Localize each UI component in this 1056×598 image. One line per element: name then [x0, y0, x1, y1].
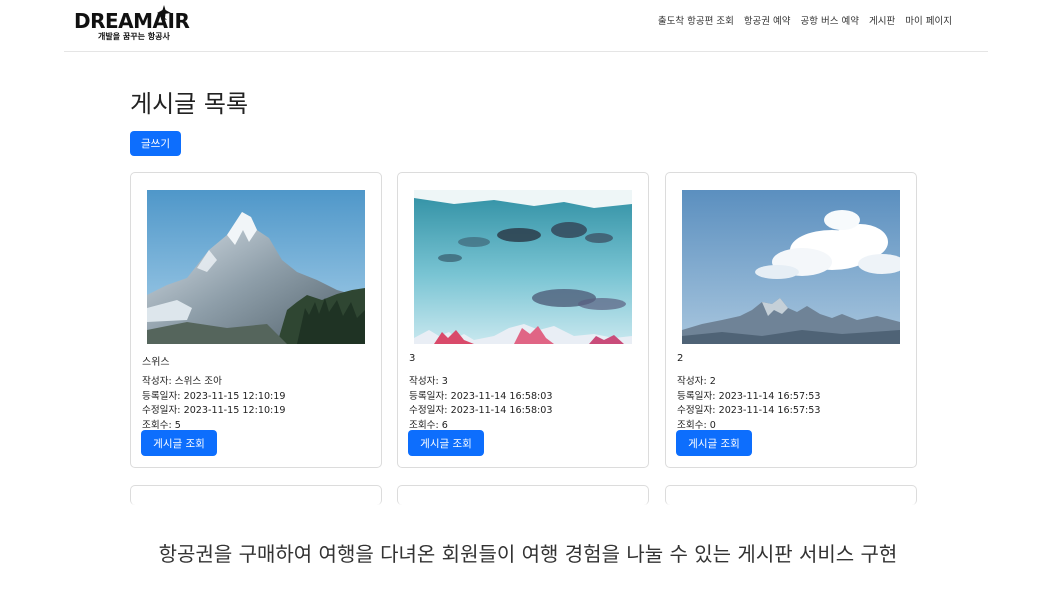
- post-card: 3 작성자: 3 등록일자: 2023-11-14 16:58:03 수정일자:…: [397, 172, 649, 468]
- post-card-partial: [665, 485, 917, 505]
- nav-item-board[interactable]: 게시판: [869, 13, 895, 27]
- post-view-count: 조회수: 6: [409, 420, 448, 431]
- nav-item-flight-status[interactable]: 출도착 항공편 조회: [658, 13, 734, 27]
- airplane-icon: [157, 5, 171, 20]
- brand-tagline: 개발을 꿈꾸는 항공사: [98, 32, 170, 41]
- post-image-mountain-peak: [147, 190, 365, 344]
- post-updated-date: 수정일자: 2023-11-14 16:57:53: [677, 405, 821, 416]
- post-image-sky-clouds: [414, 190, 632, 344]
- write-post-button[interactable]: 글쓰기: [130, 131, 181, 156]
- navbar: DREAMAIR 개발을 꿈꾸는 항공사 출도착 항공편 조회 항공권 예약 공…: [64, 0, 988, 52]
- post-title: 3: [409, 353, 416, 364]
- nav-menu: 출도착 항공편 조회 항공권 예약 공항 버스 예약 게시판 마이 페이지: [658, 13, 952, 27]
- page-title: 게시글 목록: [130, 90, 249, 118]
- view-post-button[interactable]: 게시글 조회: [408, 430, 484, 456]
- post-writer: 작성자: 3: [409, 376, 448, 387]
- view-post-button[interactable]: 게시글 조회: [141, 430, 217, 456]
- nav-item-my-page[interactable]: 마이 페이지: [905, 13, 952, 27]
- post-card: 2 작성자: 2 등록일자: 2023-11-14 16:57:53 수정일자:…: [665, 172, 917, 468]
- post-view-count: 조회수: 5: [142, 420, 181, 431]
- post-writer: 작성자: 스위스 조아: [142, 376, 222, 387]
- post-title: 스위스: [142, 357, 170, 368]
- post-created-date: 등록일자: 2023-11-14 16:57:53: [677, 391, 821, 402]
- post-card-partial: [130, 485, 382, 505]
- post-updated-date: 수정일자: 2023-11-14 16:58:03: [409, 405, 553, 416]
- post-image-alpine-ridge: [682, 190, 900, 344]
- post-writer: 작성자: 2: [677, 376, 716, 387]
- post-created-date: 등록일자: 2023-11-15 12:10:19: [142, 391, 286, 402]
- post-view-count: 조회수: 0: [677, 420, 716, 431]
- brand-name: DREAMAIR: [74, 9, 190, 33]
- post-created-date: 등록일자: 2023-11-14 16:58:03: [409, 391, 553, 402]
- view-post-button[interactable]: 게시글 조회: [676, 430, 752, 456]
- nav-item-bus-booking[interactable]: 공항 버스 예약: [801, 13, 859, 27]
- post-card-partial: [397, 485, 649, 505]
- brand-logo[interactable]: DREAMAIR 개발을 꿈꾸는 항공사: [74, 5, 190, 46]
- post-title: 2: [677, 353, 684, 364]
- post-card: 스위스 작성자: 스위스 조아 등록일자: 2023-11-15 12:10:1…: [130, 172, 382, 468]
- post-updated-date: 수정일자: 2023-11-15 12:10:19: [142, 405, 286, 416]
- nav-item-ticket-booking[interactable]: 항공권 예약: [744, 13, 791, 27]
- description-caption: 항공권을 구매하여 여행을 다녀온 회원들이 여행 경험을 나눌 수 있는 게시…: [158, 542, 898, 566]
